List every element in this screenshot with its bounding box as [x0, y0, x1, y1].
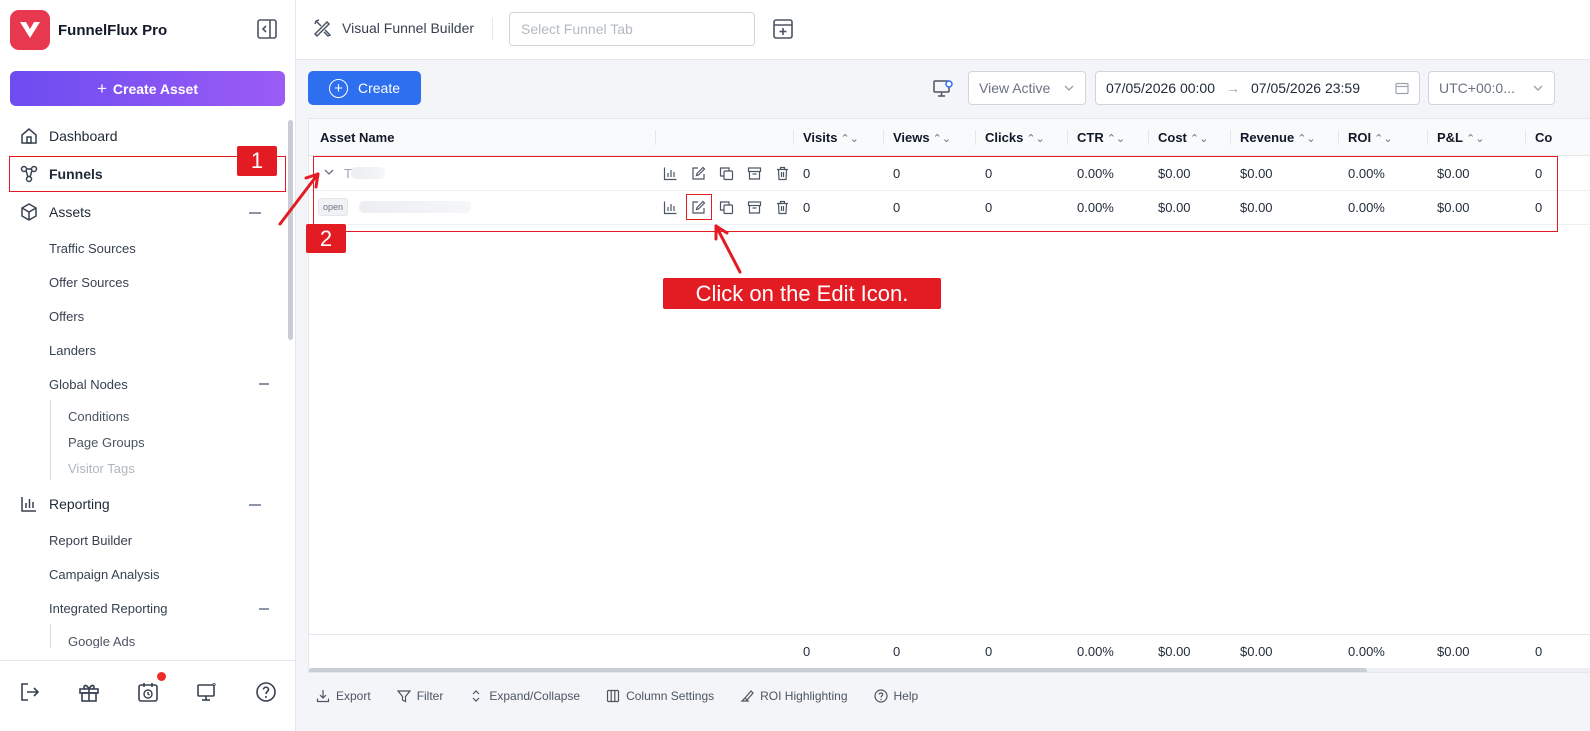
annotation-arrows	[278, 172, 742, 274]
instruction-callout: Click on the Edit Icon.	[663, 278, 941, 309]
arrow-to-edit-icon	[714, 224, 742, 274]
arrow-to-funnel-row	[278, 172, 320, 226]
